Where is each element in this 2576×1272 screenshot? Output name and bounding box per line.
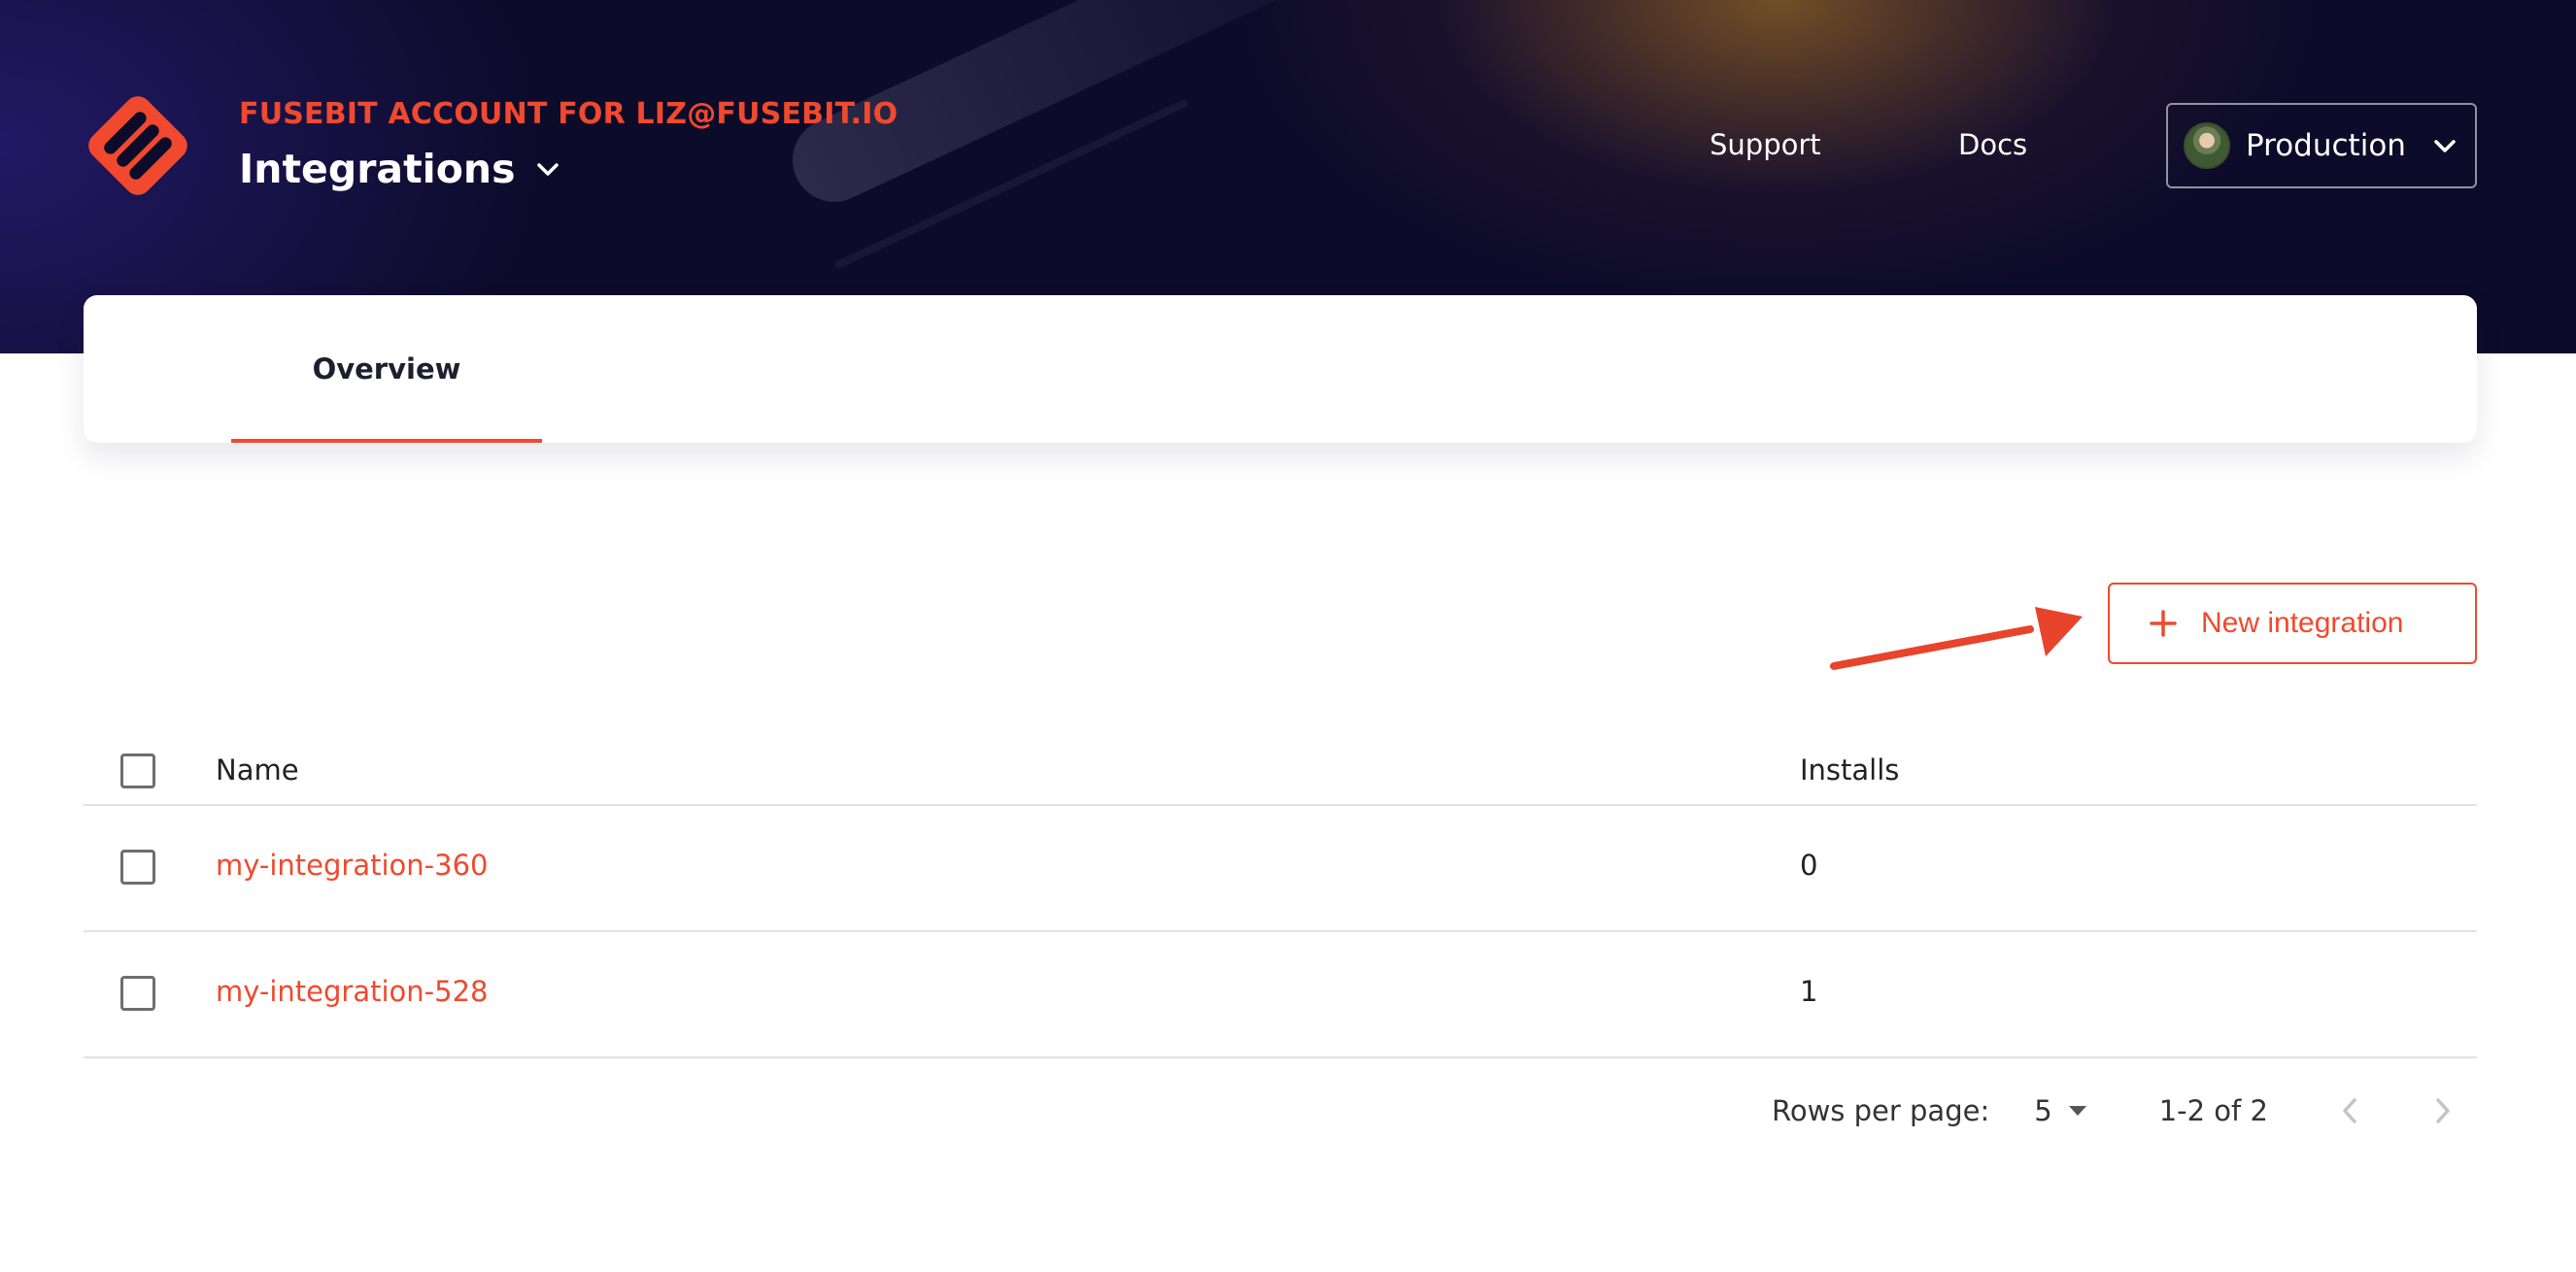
plus-icon — [2150, 610, 2177, 637]
next-page-button[interactable] — [2425, 1093, 2460, 1128]
tab-bar: Overview — [84, 295, 2477, 443]
table-row[interactable]: my-integration-360 0 — [84, 806, 2477, 932]
table-header-row: Name Installs — [84, 740, 2477, 806]
new-integration-button[interactable]: New integration — [2108, 583, 2477, 664]
rows-per-page-label: Rows per page: — [1772, 1094, 1990, 1127]
integrations-table: Name Installs my-integration-360 0 my-in… — [84, 740, 2477, 1058]
new-integration-label: New integration — [2201, 607, 2404, 639]
select-all-checkbox[interactable] — [120, 753, 155, 788]
chevron-left-icon — [2343, 1098, 2356, 1123]
chevron-right-icon — [2436, 1098, 2450, 1123]
caret-down-icon — [2068, 1106, 2086, 1116]
chevron-down-icon — [536, 163, 559, 176]
fusebit-logo-icon[interactable] — [82, 89, 194, 202]
table-row[interactable]: my-integration-528 1 — [84, 932, 2477, 1058]
rows-per-page-value: 5 — [2034, 1094, 2052, 1127]
rows-per-page-select[interactable]: 5 — [2034, 1094, 2086, 1127]
row-checkbox[interactable] — [120, 976, 155, 1011]
account-label: FUSEBIT ACCOUNT FOR LIZ@FUSEBIT.IO — [239, 97, 898, 131]
docs-link[interactable]: Docs — [1958, 128, 2027, 161]
installs-count: 0 — [1800, 849, 1818, 882]
tab-overview[interactable]: Overview — [231, 295, 542, 443]
page-range: 1-2 of 2 — [2158, 1094, 2268, 1127]
column-header-name[interactable]: Name — [216, 753, 299, 787]
arrow-pointer-icon — [1830, 607, 2083, 670]
page-title: Integrations — [239, 146, 516, 192]
chevron-down-icon — [2434, 140, 2456, 152]
pagination: Rows per page: 5 1-2 of 2 — [1772, 1089, 2460, 1132]
active-tab-indicator — [231, 439, 542, 443]
avatar — [2184, 122, 2230, 169]
integration-name-link[interactable]: my-integration-528 — [216, 975, 488, 1008]
environment-select[interactable]: Production — [2166, 103, 2477, 188]
row-checkbox[interactable] — [120, 850, 155, 885]
tab-label: Overview — [312, 352, 461, 385]
column-header-installs[interactable]: Installs — [1800, 753, 1899, 787]
environment-label: Production — [2246, 128, 2406, 163]
page-title-dropdown[interactable]: Integrations — [239, 146, 560, 192]
previous-page-button[interactable] — [2332, 1093, 2367, 1128]
integration-name-link[interactable]: my-integration-360 — [216, 849, 488, 882]
support-link[interactable]: Support — [1710, 128, 1821, 161]
installs-count: 1 — [1800, 975, 1818, 1008]
